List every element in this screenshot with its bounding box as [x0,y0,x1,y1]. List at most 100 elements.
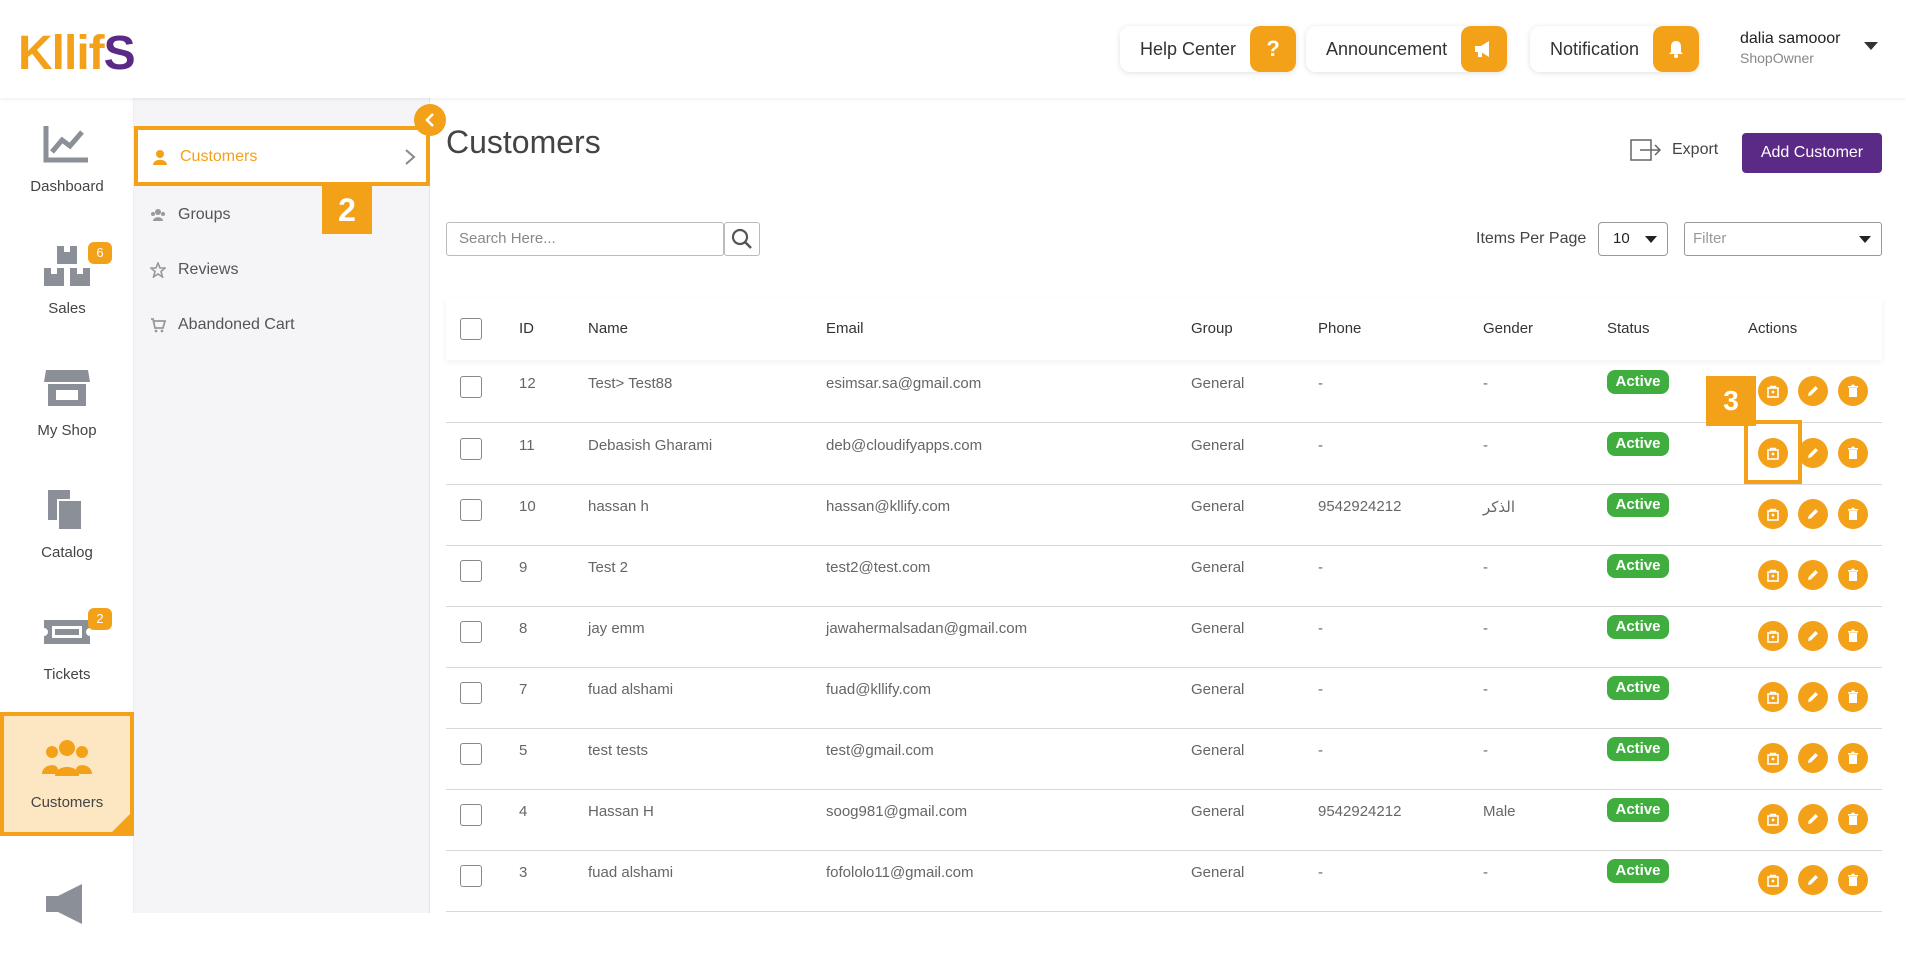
pencil-icon [1808,631,1818,641]
cell-group: General [1191,620,1245,637]
subnav-customers[interactable]: Customers [134,126,430,186]
cell-gender: - [1483,620,1488,637]
tickets-badge: 2 [88,608,112,630]
delete-button[interactable] [1838,499,1868,529]
edit-button[interactable] [1798,621,1828,651]
nav-tickets[interactable]: 2 Tickets [0,586,134,706]
cell-id: 8 [519,620,528,637]
cell-name: Debasish Gharami [588,437,713,454]
row-checkbox[interactable] [460,499,482,521]
edit-button[interactable] [1798,499,1828,529]
view-orders-button[interactable] [1758,376,1788,406]
announcement-button[interactable]: Announcement [1306,26,1508,72]
cell-phone: - [1318,620,1323,637]
chevron-down-icon[interactable] [1864,42,1878,50]
cell-gender: الذكر [1483,499,1516,516]
delete-button[interactable] [1838,804,1868,834]
collapse-sidebar-button[interactable] [414,104,446,136]
view-orders-button[interactable] [1758,804,1788,834]
pencil-icon [1808,448,1818,458]
row-checkbox[interactable] [460,682,482,704]
nav-catalog[interactable]: Catalog [0,464,134,584]
delete-button[interactable] [1838,865,1868,895]
cell-email: esimsar.sa@gmail.com [826,375,982,392]
row-checkbox[interactable] [460,560,482,582]
cell-name: hassan h [588,498,649,515]
bag-icon [1767,874,1779,887]
delete-button[interactable] [1838,621,1868,651]
question-icon: ? [1250,26,1297,72]
subnav-groups[interactable]: Groups [150,206,230,224]
header-id: ID [519,320,534,337]
edit-button[interactable] [1798,682,1828,712]
nav-sales[interactable]: 6 Sales [0,220,134,340]
view-orders-button[interactable] [1758,743,1788,773]
cell-phone: - [1318,437,1323,454]
row-checkbox[interactable] [460,804,482,826]
row-checkbox[interactable] [460,376,482,398]
cell-id: 12 [519,375,536,392]
edit-button[interactable] [1798,804,1828,834]
brand-logo[interactable]: KllifS [18,26,136,81]
user-menu[interactable]: dalia samooor ShopOwner [1740,30,1878,66]
edit-button[interactable] [1798,560,1828,590]
search-button[interactable] [724,222,760,256]
view-orders-button[interactable] [1758,865,1788,895]
items-per-page-select[interactable]: 10 [1598,222,1668,256]
header-status: Status [1607,320,1650,337]
delete-button[interactable] [1838,682,1868,712]
cell-group: General [1191,742,1245,759]
trash-icon [1848,690,1858,703]
edit-button[interactable] [1798,376,1828,406]
status-badge: Active [1607,370,1669,394]
row-checkbox[interactable] [460,621,482,643]
cell-email: hassan@kllify.com [826,498,951,515]
delete-button[interactable] [1838,560,1868,590]
subnav-abandoned-cart[interactable]: Abandoned Cart [150,316,295,334]
cell-name: fuad alshami [588,681,674,698]
nav-my-shop[interactable]: My Shop [0,342,134,462]
main-sidebar: Dashboard 6 Sales My Shop Catalog 2 Tick… [0,98,134,924]
delete-button[interactable] [1838,376,1868,406]
delete-button[interactable] [1838,743,1868,773]
subnav-reviews[interactable]: Reviews [150,261,238,279]
select-all-checkbox[interactable] [460,318,482,340]
nav-dashboard[interactable]: Dashboard [0,98,134,218]
row-checkbox[interactable] [460,865,482,887]
status-badge: Active [1607,493,1669,517]
nav-marketing[interactable] [0,858,134,978]
view-orders-button[interactable] [1758,621,1788,651]
corner-marker [108,810,134,836]
cell-gender: - [1483,742,1488,759]
edit-button[interactable] [1798,743,1828,773]
notification-label: Notification [1550,38,1640,59]
cell-id: 9 [519,559,528,576]
nav-customers[interactable]: Customers [0,712,134,836]
add-customer-button[interactable]: Add Customer [1742,133,1882,173]
view-orders-button[interactable] [1758,560,1788,590]
view-orders-button[interactable] [1758,682,1788,712]
row-checkbox[interactable] [460,438,482,460]
export-button[interactable]: Export [1630,138,1718,162]
search-input[interactable]: Search Here... [446,222,724,256]
edit-button[interactable] [1798,438,1828,468]
cell-gender: - [1483,559,1488,576]
customers-subnav: Customers Groups Reviews Abandoned Cart [134,98,430,913]
view-orders-button[interactable] [1758,499,1788,529]
ticket-icon [44,620,90,644]
edit-button[interactable] [1798,865,1828,895]
help-center-button[interactable]: Help Center ? [1120,26,1297,72]
trash-icon [1848,812,1858,825]
bag-icon [1767,569,1779,582]
cell-email: fofololo11@gmail.com [826,864,974,881]
filter-select[interactable]: Filter [1684,222,1882,256]
chart-icon [43,126,88,163]
items-per-page-value: 10 [1613,230,1630,247]
table-row: 12 Test> Test88 esimsar.sa@gmail.com Genera… [446,362,1882,423]
chevron-down-icon [1859,236,1871,243]
notification-button[interactable]: Notification [1530,26,1700,72]
row-checkbox[interactable] [460,743,482,765]
pencil-icon [1808,753,1818,763]
delete-button[interactable] [1838,438,1868,468]
nav-dashboard-label: Dashboard [30,178,104,195]
